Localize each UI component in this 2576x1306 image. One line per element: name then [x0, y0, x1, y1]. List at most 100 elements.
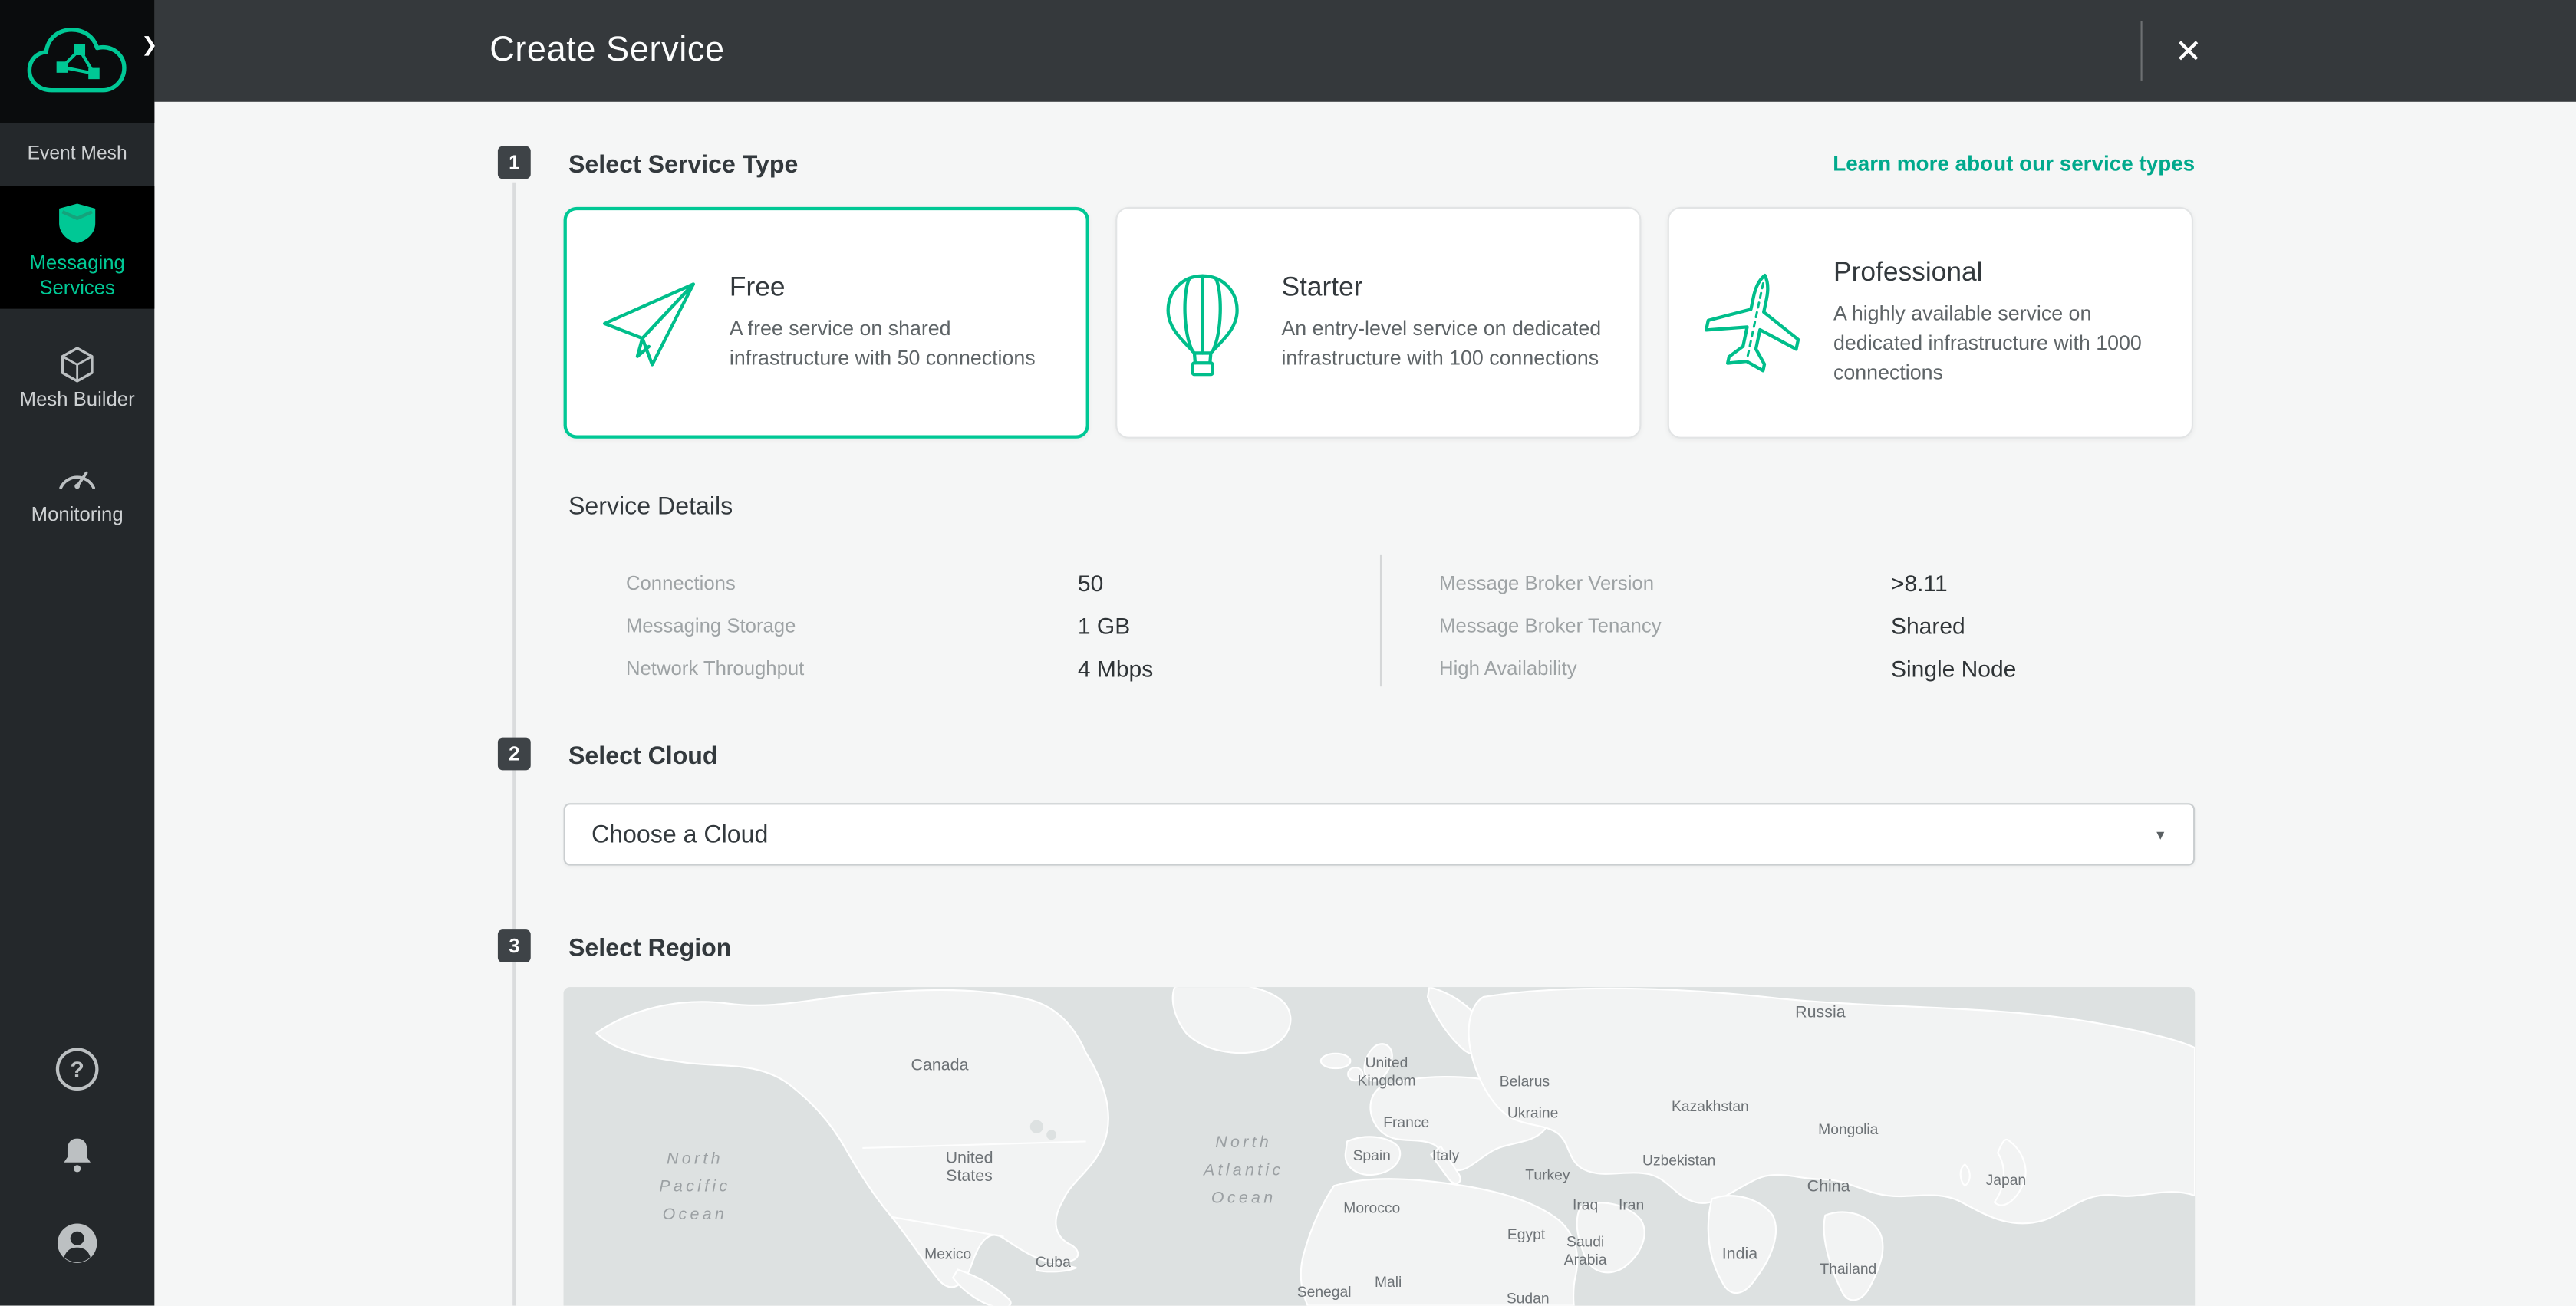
detail-label: Message Broker Tenancy — [1439, 614, 1891, 637]
map-label: Iraq — [1573, 1196, 1598, 1215]
gauge-icon — [0, 460, 154, 503]
map-label: Sudan — [1507, 1290, 1550, 1305]
card-description: A highly available service on dedicated … — [1833, 299, 2169, 388]
help-button[interactable]: ? — [0, 1048, 154, 1091]
service-type-card-free[interactable]: Free A free service on shared infrastruc… — [564, 207, 1089, 439]
page-title: Create Service — [489, 0, 724, 102]
hot-air-balloon-icon — [1150, 270, 1255, 375]
sidebar-item-event-mesh[interactable]: Event Mesh — [0, 123, 154, 186]
learn-more-link[interactable]: Learn more about our service types — [1833, 151, 2195, 176]
map-label: India — [1722, 1245, 1757, 1264]
bell-icon — [56, 1133, 99, 1179]
map-label: United States — [946, 1150, 993, 1186]
detail-value: 4 Mbps — [1078, 655, 1153, 681]
detail-label: Message Broker Version — [1439, 571, 1891, 594]
sidebar-item-messaging-services[interactable]: Messaging Services — [0, 186, 154, 309]
sidebar-item-mesh-builder[interactable]: Mesh Builder — [0, 322, 154, 424]
sidebar-item-label: Mesh Builder — [0, 387, 154, 412]
airplane-icon — [1702, 270, 1807, 375]
map-label: Italy — [1432, 1147, 1459, 1166]
service-type-card-starter[interactable]: Starter An entry-level service on dedica… — [1115, 207, 1641, 439]
map-label: Spain — [1353, 1147, 1391, 1166]
close-button[interactable]: ✕ — [2156, 18, 2222, 84]
detail-value: >8.11 — [1891, 570, 1948, 596]
header-divider — [2141, 21, 2143, 81]
close-icon: ✕ — [2175, 31, 2202, 72]
cloud-select-value: Choose a Cloud — [591, 821, 2154, 848]
detail-value: Shared — [1891, 613, 1965, 639]
step-1-badge: 1 — [498, 146, 531, 179]
detail-label: Network Throughput — [626, 657, 1078, 680]
map-label: Uzbekistan — [1642, 1152, 1715, 1170]
detail-row: High Availability Single Node — [1439, 647, 2129, 690]
step-2-badge: 2 — [498, 738, 531, 771]
map-label: Egypt — [1507, 1226, 1545, 1245]
map-label: Mongolia — [1818, 1121, 1878, 1140]
detail-row: Message Broker Tenancy Shared — [1439, 604, 2129, 647]
service-type-card-professional[interactable]: Professional A highly available service … — [1668, 207, 2193, 439]
notifications-button[interactable] — [0, 1133, 154, 1179]
sidebar-expand-chevron-icon[interactable]: ❯ — [141, 33, 158, 56]
detail-row: Message Broker Version >8.11 — [1439, 561, 2129, 604]
detail-value: Single Node — [1891, 655, 2016, 681]
details-divider — [1380, 555, 1382, 686]
map-label: Morocco — [1343, 1199, 1400, 1218]
cloud-select-dropdown[interactable]: Choose a Cloud ▼ — [564, 803, 2196, 865]
avatar — [56, 1222, 99, 1265]
map-label: Saudi Arabia — [1564, 1233, 1607, 1269]
map-label: Kazakhstan — [1672, 1098, 1749, 1117]
detail-label: Connections — [626, 571, 1078, 594]
service-details-title: Service Details — [568, 492, 733, 520]
modal-header: Create Service ✕ — [154, 0, 2576, 102]
card-title: Free — [730, 273, 1065, 304]
map-label: Belarus — [1500, 1074, 1550, 1092]
chevron-down-icon: ▼ — [2154, 827, 2167, 841]
map-label: Cuba — [1036, 1254, 1071, 1272]
region-map-labels: RussiaCanadaUnited KingdomBelarusUkraine… — [564, 987, 2196, 1305]
sidebar-item-label: Messaging Services — [0, 252, 154, 301]
detail-row: Network Throughput 4 Mbps — [626, 647, 1283, 690]
user-menu-button[interactable] — [0, 1222, 154, 1265]
map-label: Senegal — [1297, 1284, 1352, 1302]
detail-label: High Availability — [1439, 657, 1891, 680]
cloud-logo-icon — [25, 23, 130, 100]
service-details-left: Connections 50 Messaging Storage 1 GB Ne… — [626, 561, 1283, 689]
card-description: An entry-level service on dedicated infr… — [1281, 314, 1616, 373]
map-label: Mali — [1375, 1274, 1402, 1292]
solace-logo[interactable] — [0, 0, 154, 123]
card-title: Professional — [1833, 258, 2169, 289]
step-2-title: Select Cloud — [568, 742, 718, 770]
service-type-cards: Free A free service on shared infrastruc… — [564, 207, 2196, 439]
sidebar-item-monitoring[interactable]: Monitoring — [0, 437, 154, 539]
shield-icon — [0, 202, 154, 245]
map-label: Ukraine — [1507, 1104, 1558, 1123]
map-label: Iran — [1619, 1196, 1644, 1215]
sidebar-item-label: Monitoring — [0, 502, 154, 527]
detail-row: Messaging Storage 1 GB — [626, 604, 1283, 647]
detail-row: Connections 50 — [626, 561, 1283, 604]
sidebar: Event Mesh Messaging Services Mesh Build… — [0, 0, 154, 1306]
service-details-right: Message Broker Version >8.11 Message Bro… — [1439, 561, 2129, 689]
map-label: France — [1383, 1114, 1429, 1133]
step-3-title: Select Region — [568, 935, 731, 962]
card-description: A free service on shared infrastructure … — [730, 314, 1065, 373]
region-map[interactable]: RussiaCanadaUnited KingdomBelarusUkraine… — [564, 987, 2196, 1305]
step-1-title: Select Service Type — [568, 151, 798, 179]
map-label: Russia — [1795, 1005, 1845, 1023]
map-label: North Pacific Ocean — [659, 1146, 730, 1229]
step-3-badge: 3 — [498, 929, 531, 962]
map-label: Turkey — [1525, 1167, 1570, 1186]
help-icon: ? — [70, 1056, 84, 1082]
card-title: Starter — [1281, 273, 1616, 304]
detail-value: 1 GB — [1078, 613, 1130, 639]
map-label: Thailand — [1820, 1261, 1876, 1279]
create-service-page: Event Mesh Messaging Services Mesh Build… — [0, 0, 2576, 1306]
map-label: North Atlantic Ocean — [1204, 1129, 1284, 1212]
map-label: China — [1807, 1179, 1850, 1197]
map-label: Japan — [1986, 1172, 2027, 1190]
sidebar-item-label: Event Mesh — [21, 142, 133, 166]
paper-plane-icon — [598, 270, 703, 375]
map-label: Mexico — [924, 1245, 971, 1264]
map-label: Canada — [911, 1057, 968, 1075]
detail-value: 50 — [1078, 570, 1103, 596]
